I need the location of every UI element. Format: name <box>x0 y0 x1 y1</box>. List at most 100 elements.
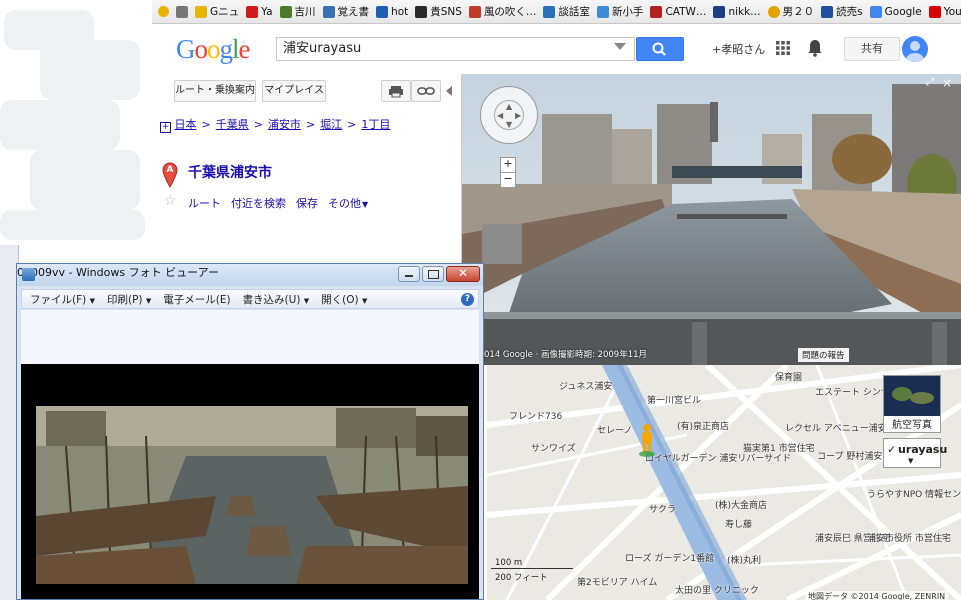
canal-photo-image <box>36 406 468 584</box>
chevron-down-icon[interactable] <box>614 43 626 50</box>
route-transit-button[interactable]: ルート・乗換案内 <box>174 80 256 102</box>
expand-plus-icon[interactable]: + <box>160 122 171 133</box>
search-icon <box>652 42 666 56</box>
zoom-out-button[interactable]: − <box>500 172 516 188</box>
map-label: サンワイズ <box>531 444 576 454</box>
bookmark-item[interactable]: 談話室 <box>543 4 590 19</box>
globe-thumbnail-icon <box>884 376 940 416</box>
map-label: 第2モビリア ハイム <box>577 578 658 588</box>
menu-burn[interactable]: 書き込み(U) ▼ <box>243 292 310 307</box>
star-outline-icon[interactable]: ☆ <box>164 193 177 209</box>
search-nearby-link[interactable]: 付近を検索 <box>231 197 286 210</box>
bookmark-item[interactable]: Ya <box>246 5 273 18</box>
user-name-link[interactable]: +孝昭さん <box>712 41 765 57</box>
bookmark-item[interactable]: Gニュ <box>195 4 239 19</box>
close-button[interactable]: ✕ <box>446 266 480 282</box>
maximize-icon <box>428 270 439 279</box>
apps-grid-icon[interactable] <box>776 41 790 55</box>
notification-bell-icon[interactable] <box>807 39 823 57</box>
map-label: ジュネス浦安 <box>559 382 613 392</box>
arrow-up-icon[interactable]: ▲ <box>506 102 512 111</box>
scale-label-m: 100 m <box>495 558 523 568</box>
collapse-panel-icon[interactable] <box>446 86 452 96</box>
map-label: コープ 野村浦安4 <box>817 452 889 462</box>
bookmark-item[interactable]: 覚え書 <box>322 4 369 19</box>
map-label: 第一川宮ビル <box>647 396 702 406</box>
search-input[interactable]: 浦安urayasu <box>276 37 635 61</box>
search-button[interactable] <box>636 37 684 61</box>
avatar[interactable] <box>902 36 928 62</box>
bookmark-item[interactable]: 貴SNS <box>415 4 462 19</box>
menu-print[interactable]: 印刷(P) ▼ <box>107 292 151 307</box>
google-logo[interactable]: Google <box>176 34 250 65</box>
map-label: ロイヤルガーデン 浦安リバーサイド <box>645 454 792 464</box>
folder-icon[interactable] <box>176 5 188 18</box>
map-label: ローズ ガーデン1番館 <box>625 554 715 564</box>
chevron-down-icon: ▼ <box>908 457 914 465</box>
aerial-view-button[interactable]: 航空写真 <box>883 375 941 433</box>
photo-viewer-window: 09009vv - Windows フォト ビューアー ✕ ファイル(F) ▼ … <box>16 263 484 600</box>
menu-open[interactable]: 開く(O) ▼ <box>321 292 367 307</box>
save-link[interactable]: 保存 <box>296 197 318 210</box>
link-button[interactable] <box>411 80 441 102</box>
marker-letter: A <box>166 165 174 175</box>
menu-file[interactable]: ファイル(F) ▼ <box>30 292 95 307</box>
breadcrumb-item[interactable]: 浦安市 <box>268 118 301 131</box>
breadcrumb-item[interactable]: 堀江 <box>320 118 342 131</box>
print-button[interactable] <box>381 80 411 102</box>
link-icon <box>417 87 435 95</box>
minimize-button[interactable] <box>398 266 420 282</box>
help-icon[interactable]: ? <box>461 292 474 306</box>
my-places-button[interactable]: マイプレイス <box>262 80 326 102</box>
bookmark-item[interactable]: 男２０ <box>767 4 814 19</box>
map-label: セレーノ <box>597 426 633 436</box>
maximize-button[interactable] <box>422 266 444 282</box>
report-problem-link[interactable]: 問題の報告 <box>798 348 849 362</box>
bookmark-item[interactable]: CATW… <box>650 5 706 18</box>
place-info-panel: ルート・乗換案内 マイプレイス + 日本 > 千葉県 > 浦安市 > 堀江 >1丁目 A 千葉… <box>152 74 462 265</box>
bookmark-item[interactable]: hot <box>376 5 408 18</box>
place-title[interactable]: 千葉県浦安市 <box>188 162 272 182</box>
map-view[interactable]: ジュネス浦安 第一川宮ビル 保育園 エステート シンザ2 フレンド736 (有)… <box>487 365 961 600</box>
menu-email[interactable]: 電子メール(E) <box>163 292 230 307</box>
street-view-panorama[interactable]: ▲ ▼ ◀ ▶ + − ⤢ × 014 Google · 画像撮影時期: 200… <box>462 74 961 365</box>
arrow-down-icon[interactable]: ▼ <box>506 120 512 129</box>
arrow-left-icon[interactable]: ◀ <box>497 111 503 120</box>
window-titlebar[interactable]: 09009vv - Windows フォト ビューアー ✕ <box>17 264 483 286</box>
map-label: 保育園 <box>775 373 803 383</box>
bookmark-item[interactable]: 読売s <box>821 4 863 19</box>
pegman-icon[interactable] <box>637 423 657 460</box>
bookmark-item[interactable]: You <box>928 5 961 18</box>
route-link[interactable]: ルート <box>188 197 221 210</box>
bookmarks-bar: Gニュ Ya 吉川 覚え書 hot 貴SNS 風の吹く… 談話室 新小手 CAT… <box>152 0 961 24</box>
breadcrumb-item[interactable]: 1丁目 <box>361 118 390 131</box>
scale-label-ft: 200 フィート <box>495 573 548 583</box>
more-link[interactable]: その他 <box>328 197 361 210</box>
google-maps-header: Google 浦安urayasu +孝昭さん 共有 <box>152 24 961 75</box>
breadcrumb-item[interactable]: 日本 <box>175 118 197 131</box>
bookmark-item[interactable]: 吉川 <box>279 4 316 19</box>
breadcrumb-item[interactable]: 千葉県 <box>216 118 249 131</box>
breadcrumb: + 日本 > 千葉県 > 浦安市 > 堀江 >1丁目 <box>160 118 391 133</box>
layer-label: urayasu <box>898 443 948 456</box>
fullscreen-icon[interactable]: ⤢ <box>926 77 938 89</box>
share-button[interactable]: 共有 <box>844 37 900 61</box>
bookmark-item[interactable]: Google <box>869 5 922 18</box>
map-label: フレンド736 <box>509 412 563 422</box>
bookmark-item[interactable]: 風の吹く… <box>468 4 536 19</box>
map-attribution: 地図データ ©2014 Google, ZENRIN <box>805 591 949 600</box>
close-icon[interactable]: × <box>942 76 954 90</box>
arrow-right-icon[interactable]: ▶ <box>515 111 521 120</box>
historic-canal-photo[interactable] <box>36 406 468 584</box>
map-marker-icon[interactable]: A <box>162 162 178 191</box>
star-icon[interactable] <box>158 6 169 17</box>
bookmark-item[interactable]: 新小手 <box>596 4 643 19</box>
bookmark-item[interactable]: nikk… <box>713 5 761 18</box>
layer-toggle[interactable]: ✓ urayasu ▼ <box>883 438 947 468</box>
printer-icon <box>389 86 403 98</box>
zoom-in-button[interactable]: + <box>500 157 516 173</box>
pan-control[interactable]: ▲ ▼ ◀ ▶ <box>480 86 538 144</box>
close-icon: ✕ <box>457 266 469 280</box>
viewer-menubar: ファイル(F) ▼ 印刷(P) ▼ 電子メール(E) 書き込み(U) ▼ 開く(… <box>21 289 479 309</box>
scale-bar <box>491 568 573 569</box>
